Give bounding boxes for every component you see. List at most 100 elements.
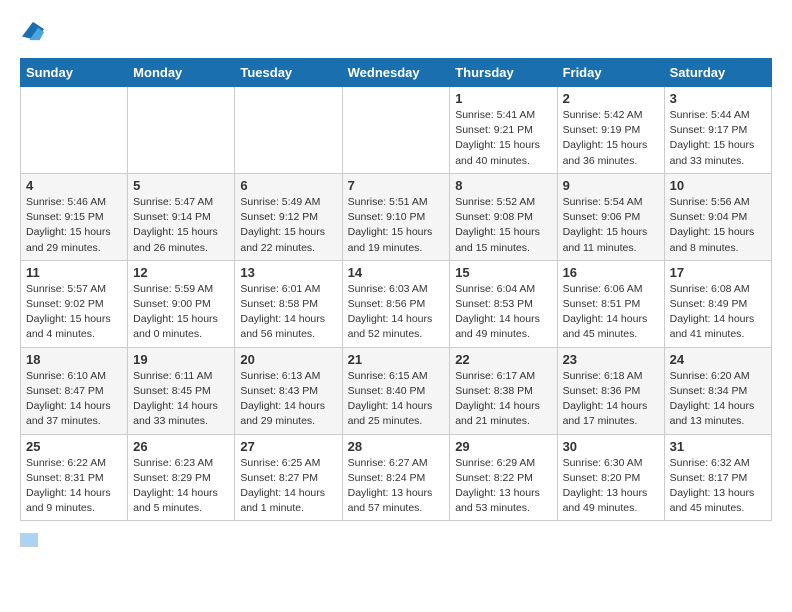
calendar-cell: 5Sunrise: 5:47 AM Sunset: 9:14 PM Daylig… xyxy=(128,173,235,260)
day-number: 27 xyxy=(240,439,336,454)
logo-icon xyxy=(22,20,44,42)
calendar-cell: 7Sunrise: 5:51 AM Sunset: 9:10 PM Daylig… xyxy=(342,173,450,260)
day-info: Sunrise: 6:29 AM Sunset: 8:22 PM Dayligh… xyxy=(455,456,551,517)
calendar-table: SundayMondayTuesdayWednesdayThursdayFrid… xyxy=(20,58,772,521)
calendar-header-saturday: Saturday xyxy=(664,59,771,87)
calendar-cell: 28 Sunrise: 6:27 AM Sunset: 8:24 PM Dayli… xyxy=(342,434,450,521)
calendar-cell: 9 Sunrise: 5:54 AM Sunset: 9:06 PM Daylig… xyxy=(557,173,664,260)
day-number: 24 xyxy=(670,352,766,367)
calendar-cell xyxy=(235,87,342,174)
day-number: 29 xyxy=(455,439,551,454)
calendar-cell: 3 Sunrise: 5:44 AM Sunset: 9:17 PM Daylig… xyxy=(664,87,771,174)
day-info: Sunrise: 6:04 AM Sunset: 8:53 PM Dayligh… xyxy=(455,282,551,343)
calendar-cell: 26 Sunrise: 6:23 AM Sunset: 8:29 PM Dayli… xyxy=(128,434,235,521)
calendar-cell: 2 Sunrise: 5:42 AM Sunset: 9:19 PM Daylig… xyxy=(557,87,664,174)
calendar-cell: 12 Sunrise: 5:59 AM Sunset: 9:00 PM Dayli… xyxy=(128,260,235,347)
day-number: 8 xyxy=(455,178,551,193)
day-info: Sunrise: 5:56 AM Sunset: 9:04 PM Dayligh… xyxy=(670,195,766,256)
day-number: 2 xyxy=(563,91,659,106)
calendar-cell: 10 Sunrise: 5:56 AM Sunset: 9:04 PM Dayli… xyxy=(664,173,771,260)
day-info: Sunrise: 6:10 AM Sunset: 8:47 PM Dayligh… xyxy=(26,369,122,430)
day-info: Sunrise: 5:42 AM Sunset: 9:19 PM Dayligh… xyxy=(563,108,659,169)
day-info: Sunrise: 6:22 AM Sunset: 8:31 PM Dayligh… xyxy=(26,456,122,517)
day-number: 28 xyxy=(348,439,445,454)
day-number: 23 xyxy=(563,352,659,367)
day-number: 11 xyxy=(26,265,122,280)
day-number: 30 xyxy=(563,439,659,454)
calendar-header-thursday: Thursday xyxy=(450,59,557,87)
calendar-cell: 24 Sunrise: 6:20 AM Sunset: 8:34 PM Dayli… xyxy=(664,347,771,434)
day-number: 31 xyxy=(670,439,766,454)
day-info: Sunrise: 6:08 AM Sunset: 8:49 PM Dayligh… xyxy=(670,282,766,343)
calendar-cell: 25 Sunrise: 6:22 AM Sunset: 8:31 PM Dayli… xyxy=(21,434,128,521)
calendar-week-4: 18 Sunrise: 6:10 AM Sunset: 8:47 PM Dayli… xyxy=(21,347,772,434)
day-info: Sunrise: 6:17 AM Sunset: 8:38 PM Dayligh… xyxy=(455,369,551,430)
day-number: 4 xyxy=(26,178,122,193)
calendar-cell: 22 Sunrise: 6:17 AM Sunset: 8:38 PM Dayli… xyxy=(450,347,557,434)
day-info: Sunrise: 6:20 AM Sunset: 8:34 PM Dayligh… xyxy=(670,369,766,430)
calendar-cell: 8 Sunrise: 5:52 AM Sunset: 9:08 PM Daylig… xyxy=(450,173,557,260)
day-info: Sunrise: 6:06 AM Sunset: 8:51 PM Dayligh… xyxy=(563,282,659,343)
day-info: Sunrise: 5:49 AM Sunset: 9:12 PM Dayligh… xyxy=(240,195,336,256)
day-info: Sunrise: 5:52 AM Sunset: 9:08 PM Dayligh… xyxy=(455,195,551,256)
day-number: 12 xyxy=(133,265,229,280)
calendar-cell: 29 Sunrise: 6:29 AM Sunset: 8:22 PM Dayli… xyxy=(450,434,557,521)
calendar-cell: 6 Sunrise: 5:49 AM Sunset: 9:12 PM Daylig… xyxy=(235,173,342,260)
calendar-week-3: 11 Sunrise: 5:57 AM Sunset: 9:02 PM Dayli… xyxy=(21,260,772,347)
day-number: 1 xyxy=(455,91,551,106)
calendar-header-row: SundayMondayTuesdayWednesdayThursdayFrid… xyxy=(21,59,772,87)
day-info: Sunrise: 6:01 AM Sunset: 8:58 PM Dayligh… xyxy=(240,282,336,343)
footer xyxy=(20,533,772,547)
day-number: 3 xyxy=(670,91,766,106)
day-number: 17 xyxy=(670,265,766,280)
day-info: Sunrise: 5:59 AM Sunset: 9:00 PM Dayligh… xyxy=(133,282,229,343)
day-info: Sunrise: 5:51 AM Sunset: 9:10 PM Dayligh… xyxy=(348,195,445,256)
day-info: Sunrise: 6:18 AM Sunset: 8:36 PM Dayligh… xyxy=(563,369,659,430)
day-number: 26 xyxy=(133,439,229,454)
calendar-cell: 19 Sunrise: 6:11 AM Sunset: 8:45 PM Dayli… xyxy=(128,347,235,434)
day-info: Sunrise: 6:25 AM Sunset: 8:27 PM Dayligh… xyxy=(240,456,336,517)
calendar-cell: 16 Sunrise: 6:06 AM Sunset: 8:51 PM Dayli… xyxy=(557,260,664,347)
day-number: 19 xyxy=(133,352,229,367)
calendar-cell xyxy=(342,87,450,174)
day-info: Sunrise: 6:11 AM Sunset: 8:45 PM Dayligh… xyxy=(133,369,229,430)
day-info: Sunrise: 5:54 AM Sunset: 9:06 PM Dayligh… xyxy=(563,195,659,256)
calendar-cell: 23 Sunrise: 6:18 AM Sunset: 8:36 PM Dayli… xyxy=(557,347,664,434)
day-number: 10 xyxy=(670,178,766,193)
day-number: 22 xyxy=(455,352,551,367)
day-info: Sunrise: 6:27 AM Sunset: 8:24 PM Dayligh… xyxy=(348,456,445,517)
calendar-week-1: 1 Sunrise: 5:41 AM Sunset: 9:21 PM Daylig… xyxy=(21,87,772,174)
day-number: 13 xyxy=(240,265,336,280)
calendar-cell: 20 Sunrise: 6:13 AM Sunset: 8:43 PM Dayli… xyxy=(235,347,342,434)
day-info: Sunrise: 6:23 AM Sunset: 8:29 PM Dayligh… xyxy=(133,456,229,517)
day-number: 16 xyxy=(563,265,659,280)
day-info: Sunrise: 5:41 AM Sunset: 9:21 PM Dayligh… xyxy=(455,108,551,169)
calendar-cell: 18 Sunrise: 6:10 AM Sunset: 8:47 PM Dayli… xyxy=(21,347,128,434)
day-number: 21 xyxy=(348,352,445,367)
day-info: Sunrise: 6:13 AM Sunset: 8:43 PM Dayligh… xyxy=(240,369,336,430)
page-header xyxy=(20,20,772,42)
calendar-cell: 13 Sunrise: 6:01 AM Sunset: 8:58 PM Dayli… xyxy=(235,260,342,347)
day-number: 25 xyxy=(26,439,122,454)
day-number: 18 xyxy=(26,352,122,367)
calendar-cell xyxy=(128,87,235,174)
calendar-cell: 17 Sunrise: 6:08 AM Sunset: 8:49 PM Dayli… xyxy=(664,260,771,347)
calendar-cell: 11 Sunrise: 5:57 AM Sunset: 9:02 PM Dayli… xyxy=(21,260,128,347)
calendar-cell xyxy=(21,87,128,174)
day-info: Sunrise: 5:57 AM Sunset: 9:02 PM Dayligh… xyxy=(26,282,122,343)
day-number: 20 xyxy=(240,352,336,367)
day-info: Sunrise: 5:46 AM Sunset: 9:15 PM Dayligh… xyxy=(26,195,122,256)
calendar-header-tuesday: Tuesday xyxy=(235,59,342,87)
day-info: Sunrise: 5:44 AM Sunset: 9:17 PM Dayligh… xyxy=(670,108,766,169)
calendar-cell: 21Sunrise: 6:15 AM Sunset: 8:40 PM Dayli… xyxy=(342,347,450,434)
day-number: 6 xyxy=(240,178,336,193)
calendar-cell: 15Sunrise: 6:04 AM Sunset: 8:53 PM Dayli… xyxy=(450,260,557,347)
calendar-header-monday: Monday xyxy=(128,59,235,87)
day-info: Sunrise: 6:30 AM Sunset: 8:20 PM Dayligh… xyxy=(563,456,659,517)
daylight-legend-box xyxy=(20,533,38,547)
day-number: 9 xyxy=(563,178,659,193)
calendar-header-friday: Friday xyxy=(557,59,664,87)
day-number: 5 xyxy=(133,178,229,193)
calendar-cell: 4 Sunrise: 5:46 AM Sunset: 9:15 PM Daylig… xyxy=(21,173,128,260)
calendar-week-2: 4 Sunrise: 5:46 AM Sunset: 9:15 PM Daylig… xyxy=(21,173,772,260)
